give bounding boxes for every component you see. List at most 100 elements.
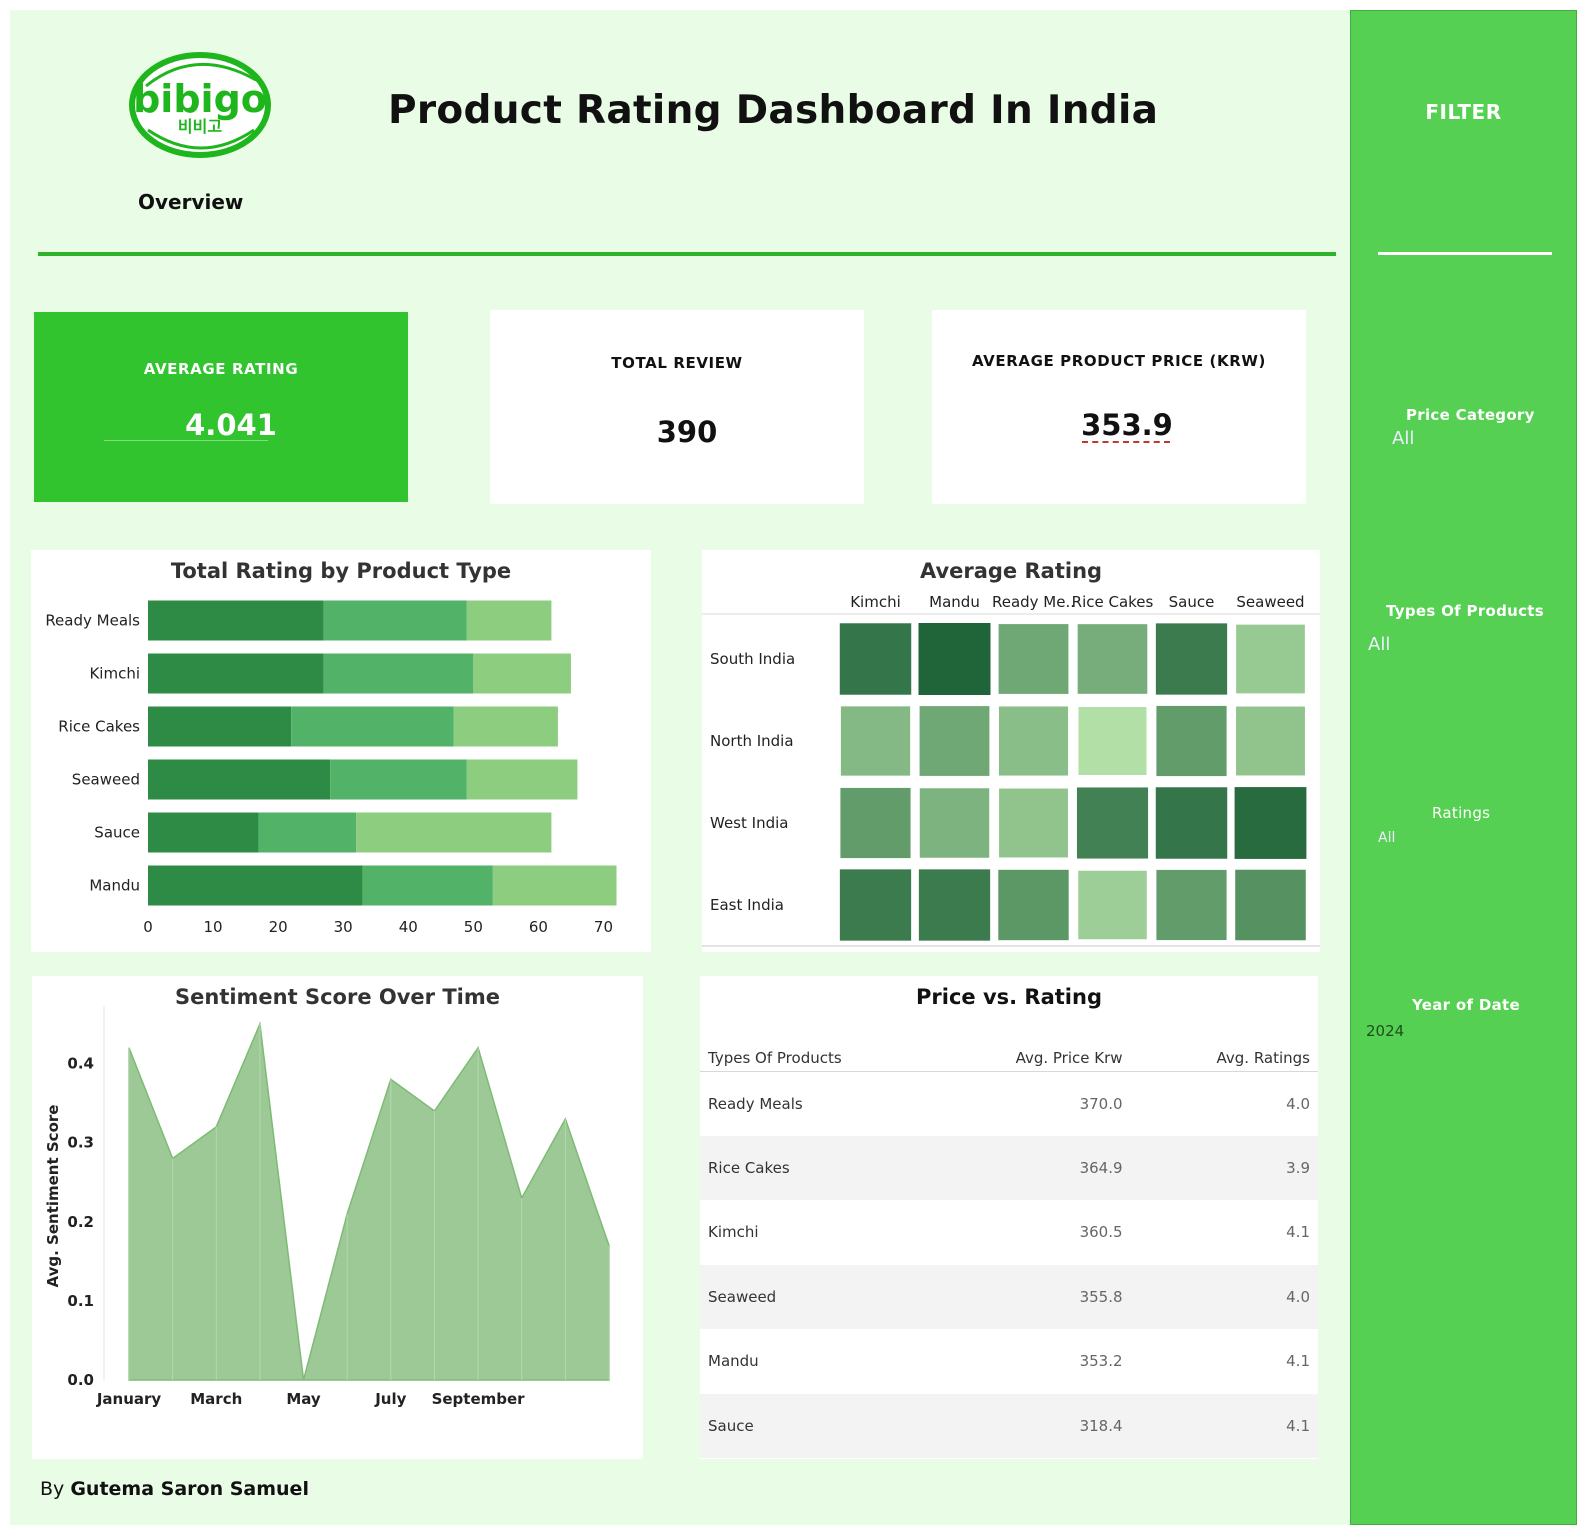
table-header-row: Types Of Products Avg. Price Krw Avg. Ra…	[700, 1021, 1318, 1072]
table-cell-price: 353.2	[1079, 1352, 1123, 1371]
heatmap-column-label: Sauce	[1169, 593, 1215, 611]
x-tick-label: 70	[594, 918, 613, 936]
bar-segment	[466, 759, 578, 800]
heatmap-column-label: Seaweed	[1236, 593, 1304, 611]
bar-category-label: Rice Cakes	[58, 718, 140, 736]
heatmap-cell	[839, 869, 912, 941]
table-cell-rating: 3.9	[1130, 1135, 1318, 1200]
filter-divider	[1378, 252, 1552, 255]
x-tick-label: September	[432, 1390, 526, 1408]
y-tick-label: 0.0	[67, 1371, 94, 1389]
sentiment-area	[128, 1021, 610, 1381]
filter-types-of-products-select[interactable]: All	[1368, 634, 1390, 655]
x-tick-label: 0	[143, 918, 153, 936]
heatmap-cell	[1156, 869, 1227, 941]
table-row: Kimchi 360.5 4.1	[700, 1200, 1318, 1265]
bar-segment	[323, 653, 474, 694]
heatmap-cell	[1236, 624, 1305, 694]
logo-text: bibigo	[133, 77, 267, 121]
filter-title: FILTER	[1425, 100, 1502, 124]
y-tick-label: 0.3	[67, 1134, 94, 1152]
heatmap-row-label: West India	[710, 814, 788, 832]
kpi-total-review-value: 390	[656, 415, 718, 449]
heatmap-svg: Kimchi Mandu Ready Me..Rice Cakes Sauce Seaw…	[702, 593, 1320, 947]
x-tick-label: 50	[464, 918, 483, 936]
heatmap-cell	[1077, 624, 1148, 694]
heatmap-column-label: Mandu	[929, 593, 980, 611]
heatmap-row-label: South India	[710, 650, 795, 668]
heatmap-cell	[1234, 787, 1307, 859]
area-chart-svg: 0.0 0.1 0.2 0.3 0.4 January March May July Septem…	[44, 1006, 610, 1408]
kpi-total-review: TOTAL REVIEW 390	[490, 310, 864, 504]
bar-segment	[148, 865, 363, 906]
bar-segment	[362, 865, 493, 906]
bar-segment	[148, 759, 331, 800]
kpi-underline	[104, 440, 268, 441]
heatmap-cell	[840, 706, 911, 776]
filter-year-of-date-select[interactable]: 2024	[1366, 1022, 1404, 1040]
average-rating-heatmap: Average Rating Kimchi Mandu Ready Me.. Rice…	[702, 550, 1320, 952]
total-rating-bar-chart: Total Rating by Product Type Ready Meals…	[31, 550, 651, 952]
heatmap-cell	[1078, 707, 1147, 775]
heatmap-cell	[1236, 706, 1305, 776]
header-divider	[38, 252, 1336, 256]
heatmap-cell	[919, 788, 990, 858]
spellcheck-underline	[1082, 441, 1170, 443]
bar-segment	[330, 759, 467, 800]
x-tick-label: 60	[529, 918, 548, 936]
column-header-type[interactable]: Types Of Products	[700, 1021, 920, 1072]
table-cell-rating: 4.0	[1130, 1264, 1318, 1329]
table-title: Price vs. Rating	[916, 985, 1102, 1009]
table-cell-type: Rice Cakes	[700, 1135, 920, 1200]
heatmap-column-label: Rice Cakes	[1072, 593, 1154, 611]
table-cell-price: 360.5	[1079, 1223, 1123, 1242]
bar-category-label: Seaweed	[72, 771, 140, 789]
column-header-rating[interactable]: Avg. Ratings	[1130, 1021, 1318, 1072]
filter-price-category-select[interactable]: All	[1392, 428, 1414, 449]
table-cell-rating: 4.0	[1286, 1094, 1310, 1113]
heatmap-cell	[918, 623, 991, 695]
heatmap-cell	[1235, 869, 1306, 941]
table-cell-rating: 4.1	[1286, 1352, 1310, 1371]
heatmap-cell	[918, 869, 991, 941]
heatmap-row-label: North India	[710, 732, 794, 750]
filter-ratings-select[interactable]: All	[1378, 830, 1395, 846]
x-tick-label: July	[374, 1390, 406, 1408]
bar-category-label: Ready Meals	[45, 612, 140, 630]
kpi-average-price-label: AVERAGE PRODUCT PRICE (KRW)	[971, 352, 1266, 370]
table-cell-type: Kimchi	[708, 1223, 759, 1242]
kpi-average-price: AVERAGE PRODUCT PRICE (KRW) 353.9	[932, 310, 1306, 504]
bar-chart-svg: Ready Meals Kimchi Rice Cakes Seaweed Sauce M…	[45, 600, 617, 936]
bar-segment	[473, 653, 571, 694]
author-credit: By Gutema Saron Samuel	[40, 1478, 309, 1500]
table-row: Sauce 318.4 4.1	[700, 1393, 1318, 1458]
filter-sidebar	[1350, 10, 1577, 1525]
table-cell-type: Sauce	[700, 1393, 920, 1458]
x-tick-label: 10	[204, 918, 223, 936]
kpi-average-rating-value: 4.041	[185, 408, 277, 442]
heatmap-cell	[1078, 870, 1147, 940]
heatmap-cell	[1156, 705, 1227, 777]
table-row: Mandu 353.2 4.1	[700, 1329, 1318, 1394]
x-tick-label: 30	[334, 918, 353, 936]
heatmap-row-label: East India	[710, 896, 784, 914]
bar-category-label: Kimchi	[89, 665, 140, 683]
table-cell-rating: 4.1	[1130, 1393, 1318, 1458]
heatmap-cell	[839, 623, 912, 695]
kpi-average-rating-label: AVERAGE RATING	[143, 360, 299, 378]
price-vs-rating-table: Types Of Products Avg. Price Krw Avg. Ra…	[700, 1021, 1318, 1458]
kpi-average-rating: AVERAGE RATING 4.041	[34, 312, 408, 502]
bar-segment	[466, 600, 552, 641]
kpi-total-review-label: TOTAL REVIEW	[611, 354, 743, 372]
bar-segment	[148, 653, 324, 694]
bar-category-label: Mandu	[89, 877, 140, 895]
bar-segment	[148, 600, 324, 641]
y-tick-label: 0.2	[67, 1213, 94, 1231]
logo-subtext: 비비고	[178, 117, 222, 136]
bar-segment	[258, 812, 357, 853]
table-row: Seaweed 355.8 4.0	[700, 1264, 1318, 1329]
table-row: Ready Meals 370.0 4.0	[700, 1071, 1318, 1136]
column-header-price[interactable]: Avg. Price Krw	[920, 1021, 1131, 1072]
filter-label-price-category: Price Category	[1406, 406, 1535, 424]
bar-segment	[356, 812, 552, 853]
